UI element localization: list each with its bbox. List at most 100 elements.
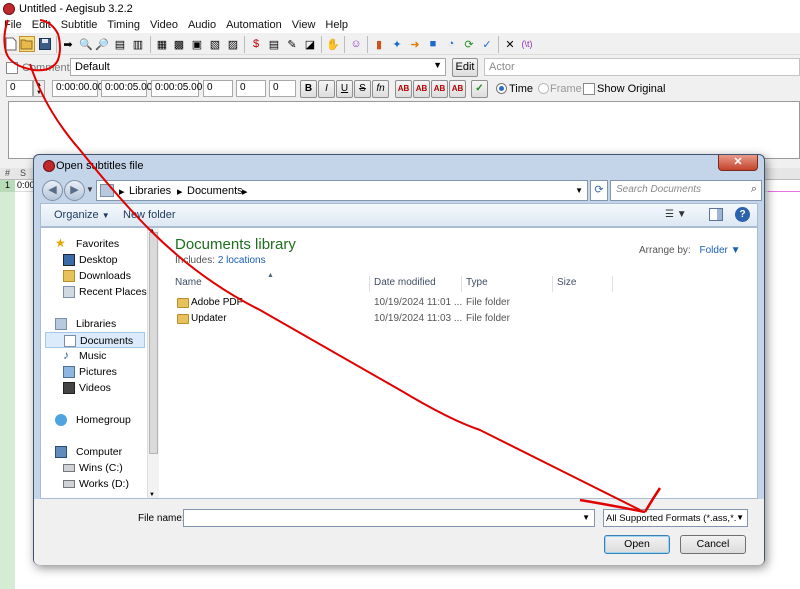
- margin-vertical-field[interactable]: 0: [269, 80, 296, 97]
- duration-field[interactable]: 0:00:05.00: [151, 80, 202, 97]
- new-file-icon[interactable]: [3, 36, 19, 52]
- column-size[interactable]: Size: [553, 276, 613, 292]
- tools-icon[interactable]: ✕: [502, 36, 518, 52]
- styles-manager-icon[interactable]: ▦: [154, 36, 170, 52]
- resample-icon[interactable]: ▨: [225, 36, 241, 52]
- breadcrumb-documents[interactable]: Documents: [187, 185, 243, 197]
- timing-icon[interactable]: ◪: [302, 36, 318, 52]
- comment-checkbox[interactable]: [6, 62, 18, 74]
- margin-left-field[interactable]: 0: [203, 80, 233, 97]
- menu-help[interactable]: Help: [325, 19, 348, 31]
- menu-timing[interactable]: Timing: [107, 19, 140, 31]
- organize-button[interactable]: Organize ▼: [54, 209, 110, 221]
- unicode-icon[interactable]: (\t): [519, 36, 535, 52]
- commit-icon[interactable]: ✓: [471, 80, 488, 98]
- show-original-checkbox[interactable]: [583, 83, 595, 95]
- style-dropdown[interactable]: Default ▼: [70, 58, 446, 76]
- menu-view[interactable]: View: [292, 19, 316, 31]
- menu-subtitle[interactable]: Subtitle: [61, 19, 98, 31]
- refresh-icon[interactable]: ⟳: [590, 180, 608, 201]
- list-item[interactable]: Updater 10/19/2024 11:03 ... File folder: [175, 311, 745, 327]
- subtitle-text-editor[interactable]: [8, 101, 800, 159]
- automation-icon[interactable]: ✋: [325, 36, 341, 52]
- column-name[interactable]: Name: [171, 276, 370, 292]
- back-button[interactable]: ◀: [42, 180, 63, 201]
- file-name-label: File name:: [138, 513, 185, 524]
- breadcrumb-libraries[interactable]: Libraries: [129, 185, 171, 197]
- open-file-icon[interactable]: [19, 36, 35, 52]
- scroll-down-icon[interactable]: ▼: [149, 492, 155, 498]
- views-icon[interactable]: ☰ ▼: [665, 209, 687, 220]
- outline-color-button[interactable]: AB: [431, 80, 448, 98]
- column-type[interactable]: Type: [462, 276, 553, 292]
- layer-spinner[interactable]: ▲ ▼: [33, 80, 45, 97]
- address-bar[interactable]: ▸ Libraries ▸ Documents ▸ ▼: [96, 180, 588, 201]
- clock-icon[interactable]: ◔: [443, 36, 459, 52]
- spell-check-icon[interactable]: $: [248, 36, 264, 52]
- list-item[interactable]: Adobe PDF 10/19/2024 11:01 ... File fold…: [175, 295, 745, 311]
- underline-button[interactable]: U: [336, 80, 353, 98]
- snap-start-icon[interactable]: ✦: [389, 36, 405, 52]
- locations-link[interactable]: 2 locations: [218, 255, 266, 266]
- jump-to-icon[interactable]: ➡: [60, 36, 76, 52]
- chevron-down-icon[interactable]: ▼: [86, 185, 94, 194]
- time-radio-label: Time: [509, 83, 534, 95]
- chevron-down-icon[interactable]: ▼: [575, 186, 583, 195]
- properties-icon[interactable]: ▩: [171, 36, 187, 52]
- search-icon[interactable]: ⌕: [751, 183, 757, 196]
- actor-input[interactable]: Actor: [484, 58, 800, 76]
- attachments-icon[interactable]: ▣: [189, 36, 205, 52]
- menu-file[interactable]: File: [4, 19, 22, 31]
- new-folder-button[interactable]: New folder: [123, 209, 176, 221]
- strikeout-button[interactable]: S: [354, 80, 371, 98]
- forward-button[interactable]: ▶: [64, 180, 85, 201]
- nav-scrollbar[interactable]: ▲ ▼: [147, 228, 159, 498]
- edit-style-button[interactable]: Edit: [452, 58, 478, 77]
- stop-icon[interactable]: ■: [425, 36, 441, 52]
- copy-icon[interactable]: ▤: [112, 36, 128, 52]
- zoom-icon[interactable]: 🔍: [78, 36, 94, 52]
- arrange-by-dropdown[interactable]: Folder ▼: [699, 245, 740, 256]
- primary-color-button[interactable]: AB: [395, 80, 412, 98]
- check-icon[interactable]: ✓: [479, 36, 495, 52]
- shift-times-icon[interactable]: ▮: [371, 36, 387, 52]
- computer-icon: [55, 446, 67, 458]
- nav-documents[interactable]: Documents: [45, 332, 145, 348]
- open-button[interactable]: Open: [604, 535, 670, 554]
- layer-field[interactable]: 0: [6, 80, 33, 97]
- end-time-field[interactable]: 0:00:05.00: [101, 80, 152, 97]
- start-time-field[interactable]: 0:00:00.00: [52, 80, 103, 97]
- time-radio[interactable]: [496, 83, 507, 94]
- bold-button[interactable]: B: [300, 80, 317, 98]
- help-icon[interactable]: ?: [735, 207, 750, 222]
- italic-button[interactable]: I: [318, 80, 335, 98]
- chevron-down-icon[interactable]: ▼: [582, 513, 590, 522]
- column-date-modified[interactable]: Date modified: [370, 276, 462, 292]
- preview-pane-icon[interactable]: [709, 208, 723, 221]
- paste-icon[interactable]: ▥: [130, 36, 146, 52]
- secondary-color-button[interactable]: AB: [413, 80, 430, 98]
- find-icon[interactable]: 🔎: [94, 36, 110, 52]
- save-icon[interactable]: [37, 36, 53, 52]
- menu-video[interactable]: Video: [150, 19, 178, 31]
- margin-right-field[interactable]: 0: [236, 80, 266, 97]
- menu-automation[interactable]: Automation: [226, 19, 282, 31]
- snap-end-icon[interactable]: ➜: [407, 36, 423, 52]
- fonts-icon[interactable]: ▧: [207, 36, 223, 52]
- comment-label: Comment: [22, 62, 70, 74]
- paste-over-icon[interactable]: ✎: [284, 36, 300, 52]
- close-icon[interactable]: ✕: [718, 155, 758, 171]
- cancel-button[interactable]: Cancel: [680, 535, 746, 554]
- menu-edit[interactable]: Edit: [32, 19, 51, 31]
- sync-icon[interactable]: ⟳: [461, 36, 477, 52]
- assistant-icon[interactable]: ☺: [348, 36, 364, 52]
- file-name-input[interactable]: ▼: [183, 509, 595, 527]
- scroll-thumb[interactable]: [149, 232, 158, 454]
- search-input[interactable]: Search Documents ⌕: [610, 180, 762, 201]
- menu-audio[interactable]: Audio: [188, 19, 216, 31]
- font-button[interactable]: fn: [372, 80, 389, 98]
- frame-radio[interactable]: [538, 83, 549, 94]
- file-type-dropdown[interactable]: All Supported Formats (*.ass,*.s ▼: [603, 509, 748, 527]
- shadow-color-button[interactable]: AB: [449, 80, 466, 98]
- translation-icon[interactable]: ▤: [266, 36, 282, 52]
